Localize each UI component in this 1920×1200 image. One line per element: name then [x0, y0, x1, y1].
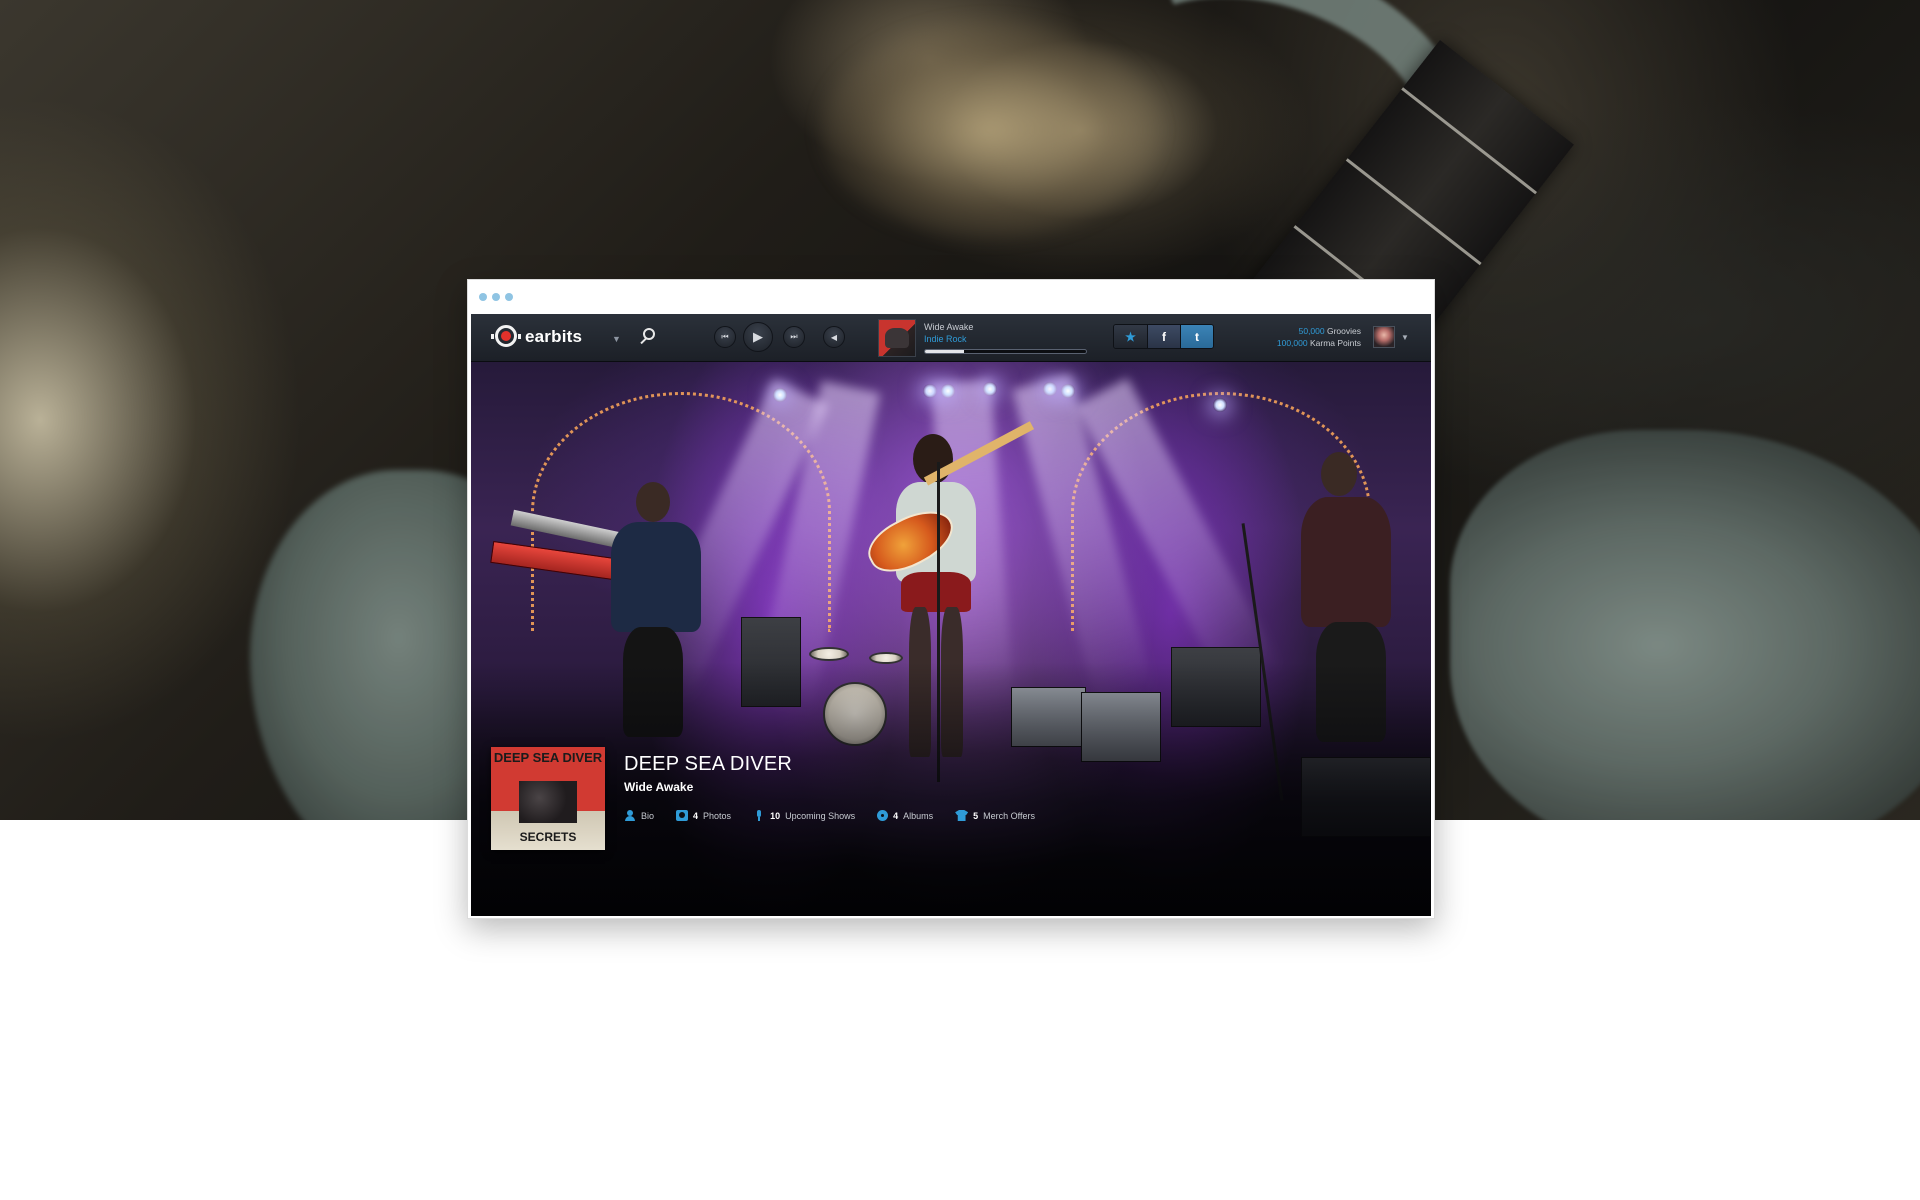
- merch-count: 5: [973, 810, 979, 821]
- artist-name[interactable]: DEEP SEA DIVER: [624, 753, 792, 776]
- play-icon[interactable]: ▶: [743, 322, 773, 352]
- avatar[interactable]: [1373, 326, 1395, 348]
- window-chrome: [468, 280, 1434, 314]
- window-dot-minimize[interactable]: [492, 293, 500, 301]
- shows-label: Upcoming Shows: [785, 810, 856, 821]
- facebook-icon[interactable]: f: [1147, 325, 1180, 348]
- merch-link[interactable]: 5 Merch Offers: [955, 810, 1035, 821]
- photos-link[interactable]: 4 Photos: [676, 810, 731, 821]
- now-playing: Wide Awake Indie Rock: [878, 319, 1098, 357]
- top-bar: earbits ▼ ⏮ ▶ ⏭ ◀ Wide Awake Indie Rock …: [471, 314, 1431, 362]
- volume-icon[interactable]: ◀: [823, 326, 845, 348]
- person-icon: [624, 810, 636, 821]
- twitter-icon[interactable]: t: [1180, 325, 1213, 348]
- share-buttons: ★ f t: [1113, 324, 1214, 349]
- background-guitar-right: [1450, 430, 1920, 820]
- camera-icon: [676, 810, 689, 821]
- artist-album-art[interactable]: DEEP SEA DIVER SECRETS: [491, 747, 605, 850]
- next-track-icon[interactable]: ⏭: [783, 326, 805, 348]
- artist-links: Bio 4 Photos 10 Upcoming Shows 4 Albums: [624, 810, 1035, 821]
- album-art-title: DEEP SEA DIVER: [493, 750, 603, 765]
- shows-count: 10: [770, 810, 781, 821]
- bio-link[interactable]: Bio: [624, 810, 654, 821]
- now-playing-genre[interactable]: Indie Rock: [924, 334, 967, 344]
- window-dot-close[interactable]: [479, 293, 487, 301]
- photos-label: Photos: [703, 810, 732, 821]
- microphone-icon: [753, 810, 765, 821]
- earbits-logo-icon: [491, 324, 521, 350]
- albums-count: 4: [893, 810, 899, 821]
- bio-label: Bio: [641, 810, 655, 821]
- groovies-label: Groovies: [1326, 326, 1361, 336]
- karma-count: 100,000: [1276, 338, 1308, 348]
- song-title[interactable]: Wide Awake: [624, 780, 693, 794]
- shows-link[interactable]: 10 Upcoming Shows: [753, 810, 855, 821]
- earbits-app: earbits ▼ ⏮ ▶ ⏭ ◀ Wide Awake Indie Rock …: [471, 314, 1431, 916]
- photos-count: 4: [693, 810, 699, 821]
- earbits-logo[interactable]: earbits: [491, 324, 582, 350]
- previous-track-icon[interactable]: ⏮: [714, 326, 736, 348]
- groovies-count: 50,000: [1298, 326, 1325, 336]
- window-dot-maximize[interactable]: [505, 293, 513, 301]
- user-menu-chevron-icon[interactable]: ▼: [1401, 333, 1409, 342]
- albums-label: Albums: [903, 810, 934, 821]
- browser-window: earbits ▼ ⏮ ▶ ⏭ ◀ Wide Awake Indie Rock …: [467, 279, 1435, 919]
- track-progress-fill: [925, 350, 964, 353]
- artist-hero-photo: DEEP SEA DIVER SECRETS DEEP SEA DIVER Wi…: [471, 362, 1431, 916]
- track-progress-bar[interactable]: [924, 349, 1087, 354]
- tshirt-icon: [955, 810, 969, 821]
- album-art-subtitle: SECRETS: [519, 830, 577, 844]
- user-stats: 50,000 Groovies 100,000 Karma Points: [1277, 325, 1361, 349]
- album-art-photo: [519, 781, 577, 823]
- disc-icon: [877, 810, 889, 821]
- chevron-down-icon[interactable]: ▼: [612, 334, 621, 344]
- karma-label: Karma Points: [1309, 338, 1361, 348]
- merch-label: Merch Offers: [983, 810, 1036, 821]
- app-name: earbits: [525, 327, 583, 346]
- now-playing-album-art[interactable]: [878, 319, 916, 357]
- star-icon[interactable]: ★: [1114, 325, 1147, 348]
- search-icon[interactable]: [638, 327, 658, 347]
- albums-link[interactable]: 4 Albums: [877, 810, 933, 821]
- now-playing-title[interactable]: Wide Awake: [924, 322, 973, 332]
- photo-shade: [471, 662, 1431, 916]
